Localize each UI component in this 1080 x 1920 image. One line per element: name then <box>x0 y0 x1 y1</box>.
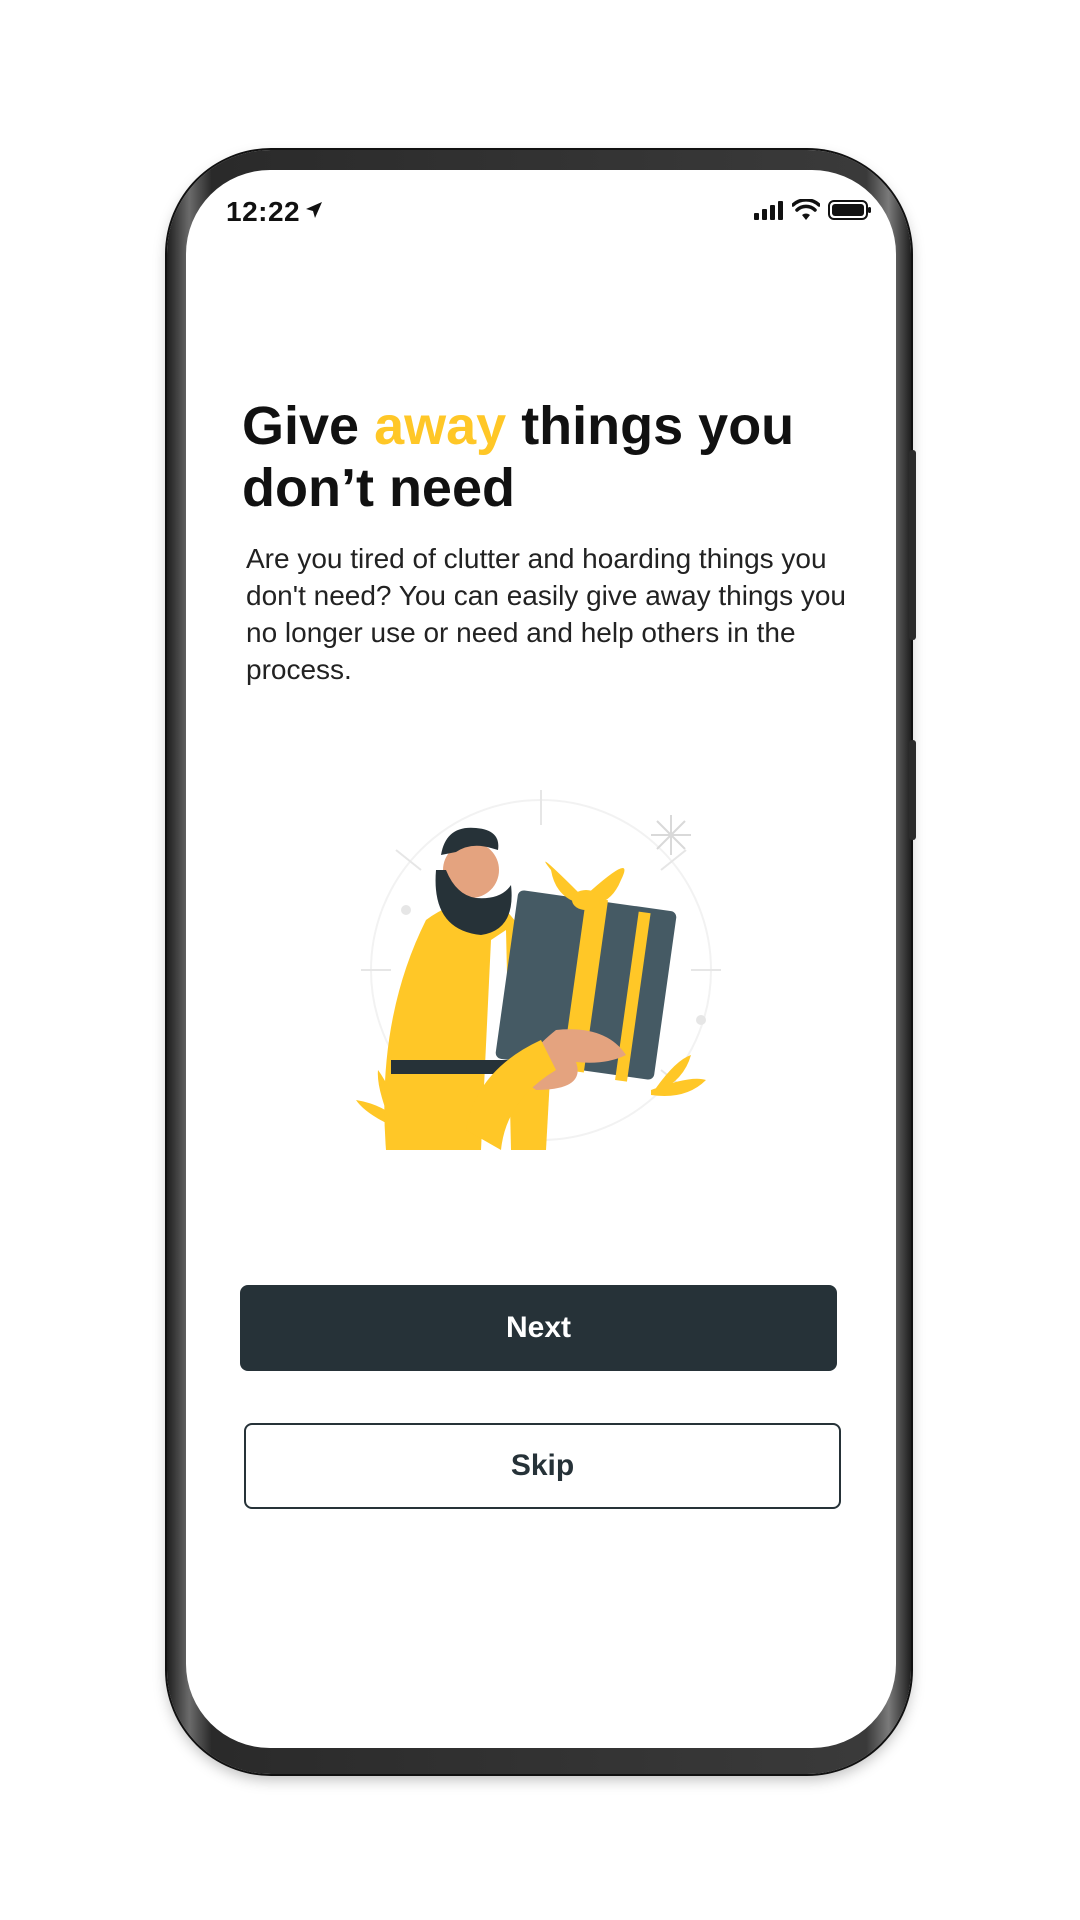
cellular-signal-icon <box>754 201 783 220</box>
headline-part1: Give <box>242 396 375 456</box>
skip-button-label: Skip <box>510 1449 575 1482</box>
status-icons <box>754 198 872 222</box>
person-holding-gift-illustration <box>356 790 721 1150</box>
skip-button[interactable]: Skip <box>244 1423 841 1509</box>
next-button-label: Next <box>505 1311 572 1344</box>
onboarding-headline: Give away things you don’t need <box>242 395 852 519</box>
status-bar: 12:22 <box>186 170 896 250</box>
leaf-branch-right <box>651 1055 706 1096</box>
snowflake-icon <box>651 815 691 855</box>
wifi-icon <box>792 199 820 220</box>
side-button-volume <box>909 450 916 640</box>
headline-accent-word: away <box>374 396 507 456</box>
next-button[interactable]: Next <box>240 1285 837 1371</box>
side-button-power <box>909 740 916 840</box>
page: 12:22 Give away things you don’t need Ar… <box>0 0 1080 1920</box>
location-arrow-icon <box>306 202 322 218</box>
status-time: 12:22 <box>226 196 301 227</box>
phone-screen: 12:22 Give away things you don’t need Ar… <box>186 170 896 1748</box>
battery-icon <box>828 200 871 220</box>
onboarding-description: Are you tired of clutter and hoarding th… <box>246 543 847 685</box>
